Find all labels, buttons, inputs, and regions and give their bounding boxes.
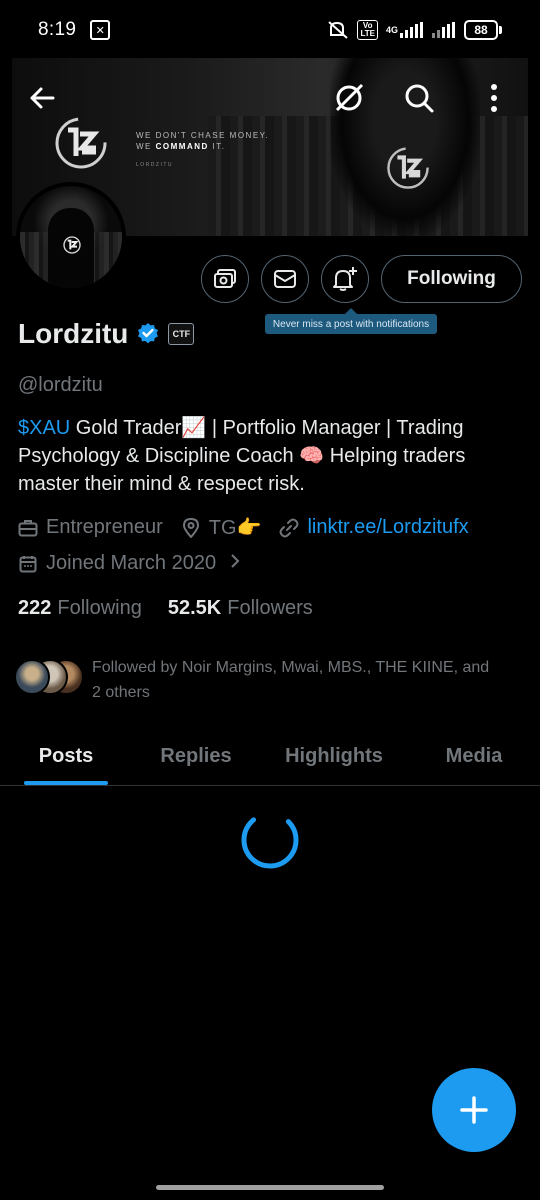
- link-icon: [279, 518, 299, 538]
- app-notification-icon: ✕: [90, 20, 111, 40]
- search-button[interactable]: [399, 78, 439, 118]
- signal-icon: [432, 22, 456, 38]
- notification-tooltip: Never miss a post with notifications: [265, 308, 437, 334]
- avatar: [14, 659, 50, 695]
- compose-post-button[interactable]: [432, 1068, 516, 1152]
- home-indicator[interactable]: [156, 1185, 384, 1190]
- briefcase-icon: [18, 518, 38, 538]
- grok-button[interactable]: [329, 78, 369, 118]
- verified-badge-icon[interactable]: [136, 322, 160, 346]
- more-vertical-icon: [491, 84, 497, 112]
- volte-icon: Vo LTE: [357, 20, 378, 40]
- status-time: 8:19: [38, 19, 77, 40]
- followed-by-avatars: [14, 659, 88, 697]
- followed-by-text: Followed by Noir Margins, Mwai, MBS., TH…: [92, 659, 490, 701]
- link-item[interactable]: linktr.ee/Lordzitufx: [279, 516, 469, 539]
- affiliate-badge[interactable]: CTF: [168, 323, 195, 345]
- status-icons: Vo LTE 4G 88: [327, 20, 502, 40]
- loading-spinner: [241, 811, 299, 869]
- bio-text: Gold Trader📈 | Portfolio Manager | Tradi…: [18, 417, 466, 495]
- category-label: Entrepreneur: [46, 516, 163, 538]
- brand-logo-icon: [63, 236, 81, 254]
- profile-tabs: Posts Replies Highlights Media: [0, 728, 540, 786]
- calendar-icon: [18, 554, 38, 574]
- chevron-right-icon: [230, 552, 240, 575]
- joined-row[interactable]: Joined March 2020: [18, 552, 258, 575]
- active-tab-indicator: [24, 781, 108, 785]
- joined-label: Joined March 2020: [46, 552, 217, 574]
- name-row: Lordzitu CTF: [18, 318, 195, 350]
- follow-stats: 222 Following 52.5K Followers: [18, 597, 339, 620]
- search-icon: [405, 84, 434, 113]
- joined-item[interactable]: Joined March 2020: [18, 552, 240, 575]
- followed-by-row[interactable]: Followed by Noir Margins, Mwai, MBS., TH…: [14, 655, 502, 705]
- display-name: Lordzitu: [18, 318, 129, 349]
- profile-link[interactable]: linktr.ee/Lordzitufx: [307, 516, 468, 539]
- bell-plus-icon: [333, 267, 357, 291]
- tip-button[interactable]: [201, 255, 249, 303]
- banner-subtitle: LORDZITU: [136, 162, 173, 168]
- location-pin-icon: [181, 517, 201, 538]
- tab-media[interactable]: Media: [408, 728, 540, 785]
- battery-level: 88: [464, 20, 498, 40]
- location-label: TG👉: [208, 517, 262, 539]
- profile-bio: $XAU Gold Trader📈 | Portfolio Manager | …: [18, 414, 518, 498]
- more-button[interactable]: [474, 78, 514, 118]
- signal-4g-icon: 4G: [386, 22, 424, 38]
- banner-tagline: WE DON'T CHASE MONEY. WE COMMAND IT.: [136, 131, 270, 151]
- arrow-left-icon: [30, 87, 55, 109]
- brand-logo-icon: [387, 147, 429, 189]
- tab-posts[interactable]: Posts: [0, 728, 132, 785]
- location-item: TG👉: [181, 515, 262, 540]
- battery-icon: 88: [464, 20, 502, 40]
- profile-meta-row: Entrepreneur TG👉 linktr.ee/Lordzitufx: [18, 515, 487, 540]
- message-button[interactable]: [261, 255, 309, 303]
- tab-highlights[interactable]: Highlights: [260, 728, 408, 785]
- mute-icon: [327, 20, 349, 40]
- followers-stat[interactable]: 52.5K Followers: [168, 597, 313, 620]
- notify-button[interactable]: [321, 255, 369, 303]
- user-handle: @lordzitu: [18, 374, 103, 396]
- tab-replies[interactable]: Replies: [132, 728, 260, 785]
- grok-icon: [335, 83, 364, 112]
- tip-jar-icon: [214, 269, 236, 288]
- status-bar: 8:19 ✕ Vo LTE 4G 88: [0, 0, 540, 60]
- following-button[interactable]: Following: [381, 255, 522, 303]
- brand-logo-icon: [55, 117, 107, 169]
- back-button[interactable]: [22, 78, 62, 118]
- following-stat[interactable]: 222 Following: [18, 597, 142, 620]
- bio-cashtag-link[interactable]: $XAU: [18, 417, 70, 439]
- profile-avatar[interactable]: [16, 182, 126, 292]
- category-item: Entrepreneur: [18, 516, 163, 539]
- envelope-icon: [274, 270, 296, 288]
- plus-icon: [460, 1096, 488, 1124]
